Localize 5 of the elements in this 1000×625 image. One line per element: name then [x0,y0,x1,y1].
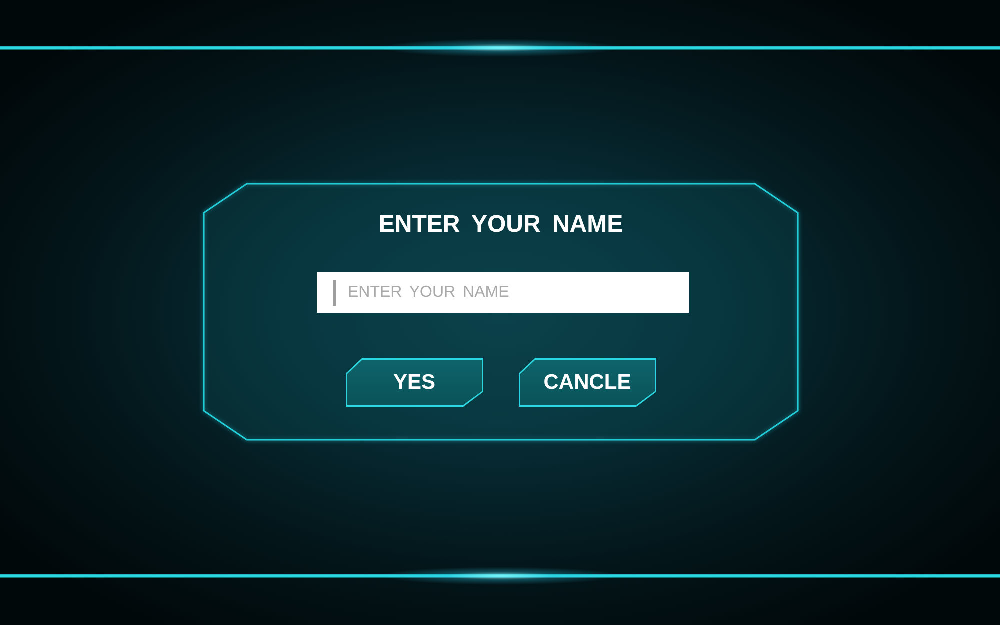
confirm-button[interactable]: YES [346,358,484,407]
dialog-title: ENTER YOUR NAME [378,210,624,239]
cancel-button[interactable]: CANCLE [518,358,656,407]
name-input-field[interactable]: ENTER YOUR NAME [317,272,689,313]
text-cursor-icon [333,280,336,306]
